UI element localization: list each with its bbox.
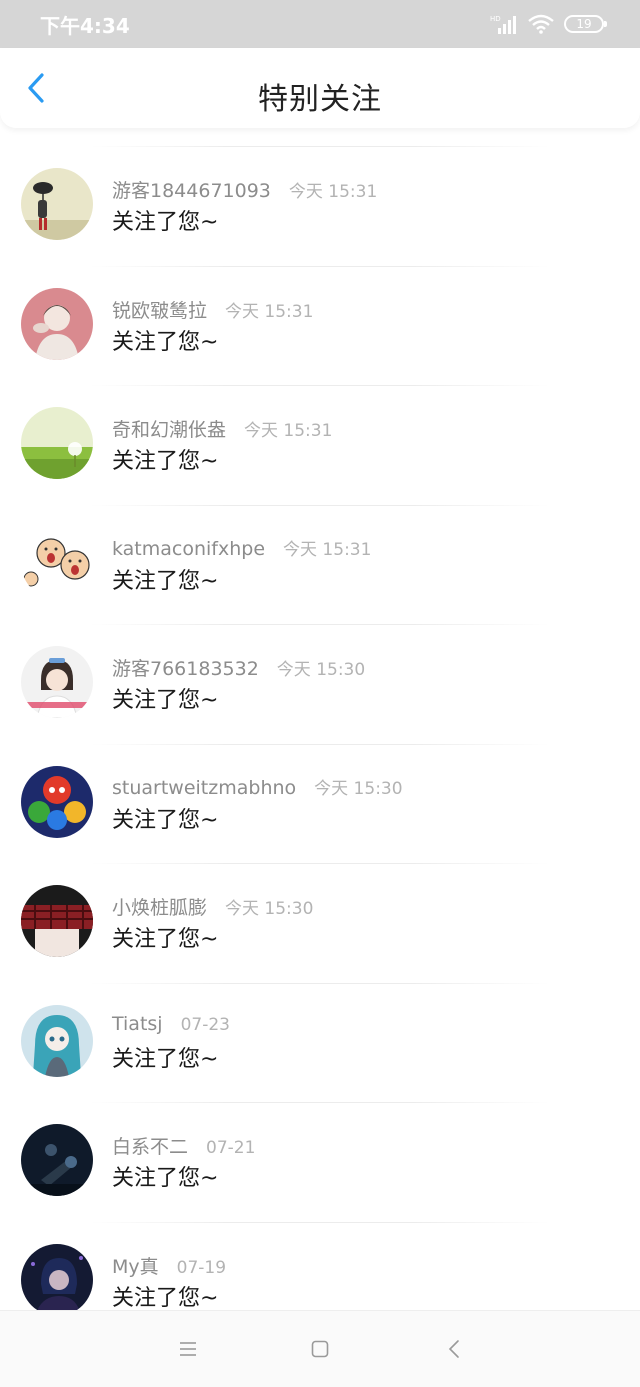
notification-message: 关注了您~: [112, 329, 219, 355]
system-nav-bar: [0, 1310, 640, 1387]
username[interactable]: stuartweitzmabhno: [112, 777, 296, 799]
avatar[interactable]: [21, 168, 93, 240]
avatar[interactable]: [21, 885, 93, 957]
avatar[interactable]: [21, 526, 93, 599]
system-back-button[interactable]: [442, 1337, 466, 1361]
header: 特别关注: [0, 48, 640, 128]
username[interactable]: 白系不二: [112, 1132, 188, 1159]
notification-message: 关注了您~: [112, 1166, 219, 1191]
signal-icon: HD: [490, 15, 516, 34]
notification-message: 关注了您~: [112, 1046, 219, 1072]
divider: [90, 1102, 550, 1103]
item-meta: 白系不二 07-21: [112, 1132, 255, 1159]
username[interactable]: 奇和幻潮伥盎: [112, 415, 226, 442]
page-title: 特别关注: [258, 82, 382, 117]
item-meta: 锐欧皲鸶拉 今天 15:31: [112, 296, 313, 323]
list-item[interactable]: stuartweitzmabhno 今天 15:30 关注了您~: [0, 743, 640, 864]
item-meta: katmaconifxhpe 今天 15:31: [112, 535, 371, 560]
timestamp: 今天 15:31: [283, 539, 372, 560]
avatar[interactable]: [21, 1124, 93, 1196]
status-icons: HD 19: [490, 14, 607, 34]
avatar[interactable]: [21, 407, 93, 479]
item-meta: 游客766183532 今天 15:30: [112, 654, 365, 681]
battery-level: 19: [576, 17, 592, 31]
list-item[interactable]: 游客766183532 今天 15:30 关注了您~: [0, 624, 640, 744]
list-item[interactable]: My真 07-19 关注了您~: [0, 1221, 640, 1311]
item-meta: Tiatsj 07-23: [112, 1013, 230, 1035]
notification-message: 关注了您~: [112, 210, 219, 235]
back-triangle-icon: [448, 1340, 459, 1358]
wifi-icon: [528, 14, 554, 34]
timestamp: 今天 15:30: [276, 660, 366, 680]
follower-list: 游客1844671093 今天 15:31 关注了您~ 锐欧皲鸶拉 今天 15:…: [0, 146, 640, 1310]
menu-button[interactable]: [176, 1337, 200, 1361]
username[interactable]: 游客1844671093: [112, 176, 271, 203]
divider: [90, 146, 550, 147]
timestamp: 07-23: [180, 1014, 230, 1035]
list-item[interactable]: katmaconifxhpe 今天 15:31 关注了您~: [0, 504, 640, 625]
list-item[interactable]: 白系不二 07-21 关注了您~: [0, 1102, 640, 1222]
divider: [90, 743, 550, 745]
avatar[interactable]: [21, 287, 93, 360]
notification-message: 关注了您~: [112, 1285, 219, 1311]
notification-message: 关注了您~: [112, 927, 219, 952]
list-item[interactable]: 小焕桩胍膨 今天 15:30 关注了您~: [0, 863, 640, 983]
status-bar: 下午4:34 HD 19: [0, 0, 640, 48]
list-item[interactable]: 奇和幻潮伥盎 今天 15:31 关注了您~: [0, 385, 640, 505]
list-item[interactable]: Tiatsj 07-23 关注了您~: [0, 982, 640, 1103]
username[interactable]: My真: [112, 1252, 159, 1279]
list-item[interactable]: 游客1844671093 今天 15:31 关注了您~: [0, 146, 640, 266]
avatar[interactable]: [21, 1004, 93, 1077]
divider: [90, 1221, 550, 1223]
username[interactable]: Tiatsj: [112, 1013, 163, 1035]
divider: [90, 504, 550, 506]
timestamp: 今天 15:31: [225, 301, 314, 322]
network-label: HD: [490, 15, 501, 23]
divider: [90, 863, 550, 864]
item-meta: 小焕桩胍膨 今天 15:30: [112, 893, 313, 920]
notification-message: 关注了您~: [112, 449, 219, 474]
timestamp: 今天 15:30: [225, 899, 314, 919]
item-meta: 游客1844671093 今天 15:31: [112, 176, 377, 203]
battery-indicator: 19: [564, 15, 607, 33]
notification-message: 关注了您~: [112, 688, 219, 713]
username[interactable]: 小焕桩胍膨: [112, 893, 207, 920]
item-meta: stuartweitzmabhno 今天 15:30: [112, 774, 403, 799]
timestamp: 今天 15:31: [288, 182, 378, 202]
username[interactable]: 游客766183532: [112, 654, 259, 681]
username[interactable]: 锐欧皲鸶拉: [112, 296, 207, 323]
avatar[interactable]: [21, 646, 93, 718]
home-square-icon: [311, 1340, 329, 1358]
avatar[interactable]: [21, 1243, 93, 1310]
menu-icon: [180, 1342, 196, 1356]
divider: [90, 982, 550, 984]
username[interactable]: katmaconifxhpe: [112, 538, 265, 560]
list-item[interactable]: 锐欧皲鸶拉 今天 15:31 关注了您~: [0, 265, 640, 386]
divider: [90, 385, 550, 386]
avatar[interactable]: [21, 765, 93, 838]
timestamp: 今天 15:31: [244, 421, 333, 441]
timestamp: 07-19: [176, 1257, 227, 1278]
divider: [90, 265, 550, 267]
item-meta: 奇和幻潮伥盎 今天 15:31: [112, 415, 332, 442]
timestamp: 今天 15:30: [314, 778, 403, 799]
timestamp: 07-21: [206, 1138, 256, 1158]
item-meta: My真 07-19: [112, 1252, 226, 1279]
home-button[interactable]: [308, 1337, 332, 1361]
divider: [90, 624, 550, 625]
notification-message: 关注了您~: [112, 807, 219, 833]
notification-message: 关注了您~: [112, 568, 219, 594]
status-time: 下午4:34: [40, 13, 130, 38]
